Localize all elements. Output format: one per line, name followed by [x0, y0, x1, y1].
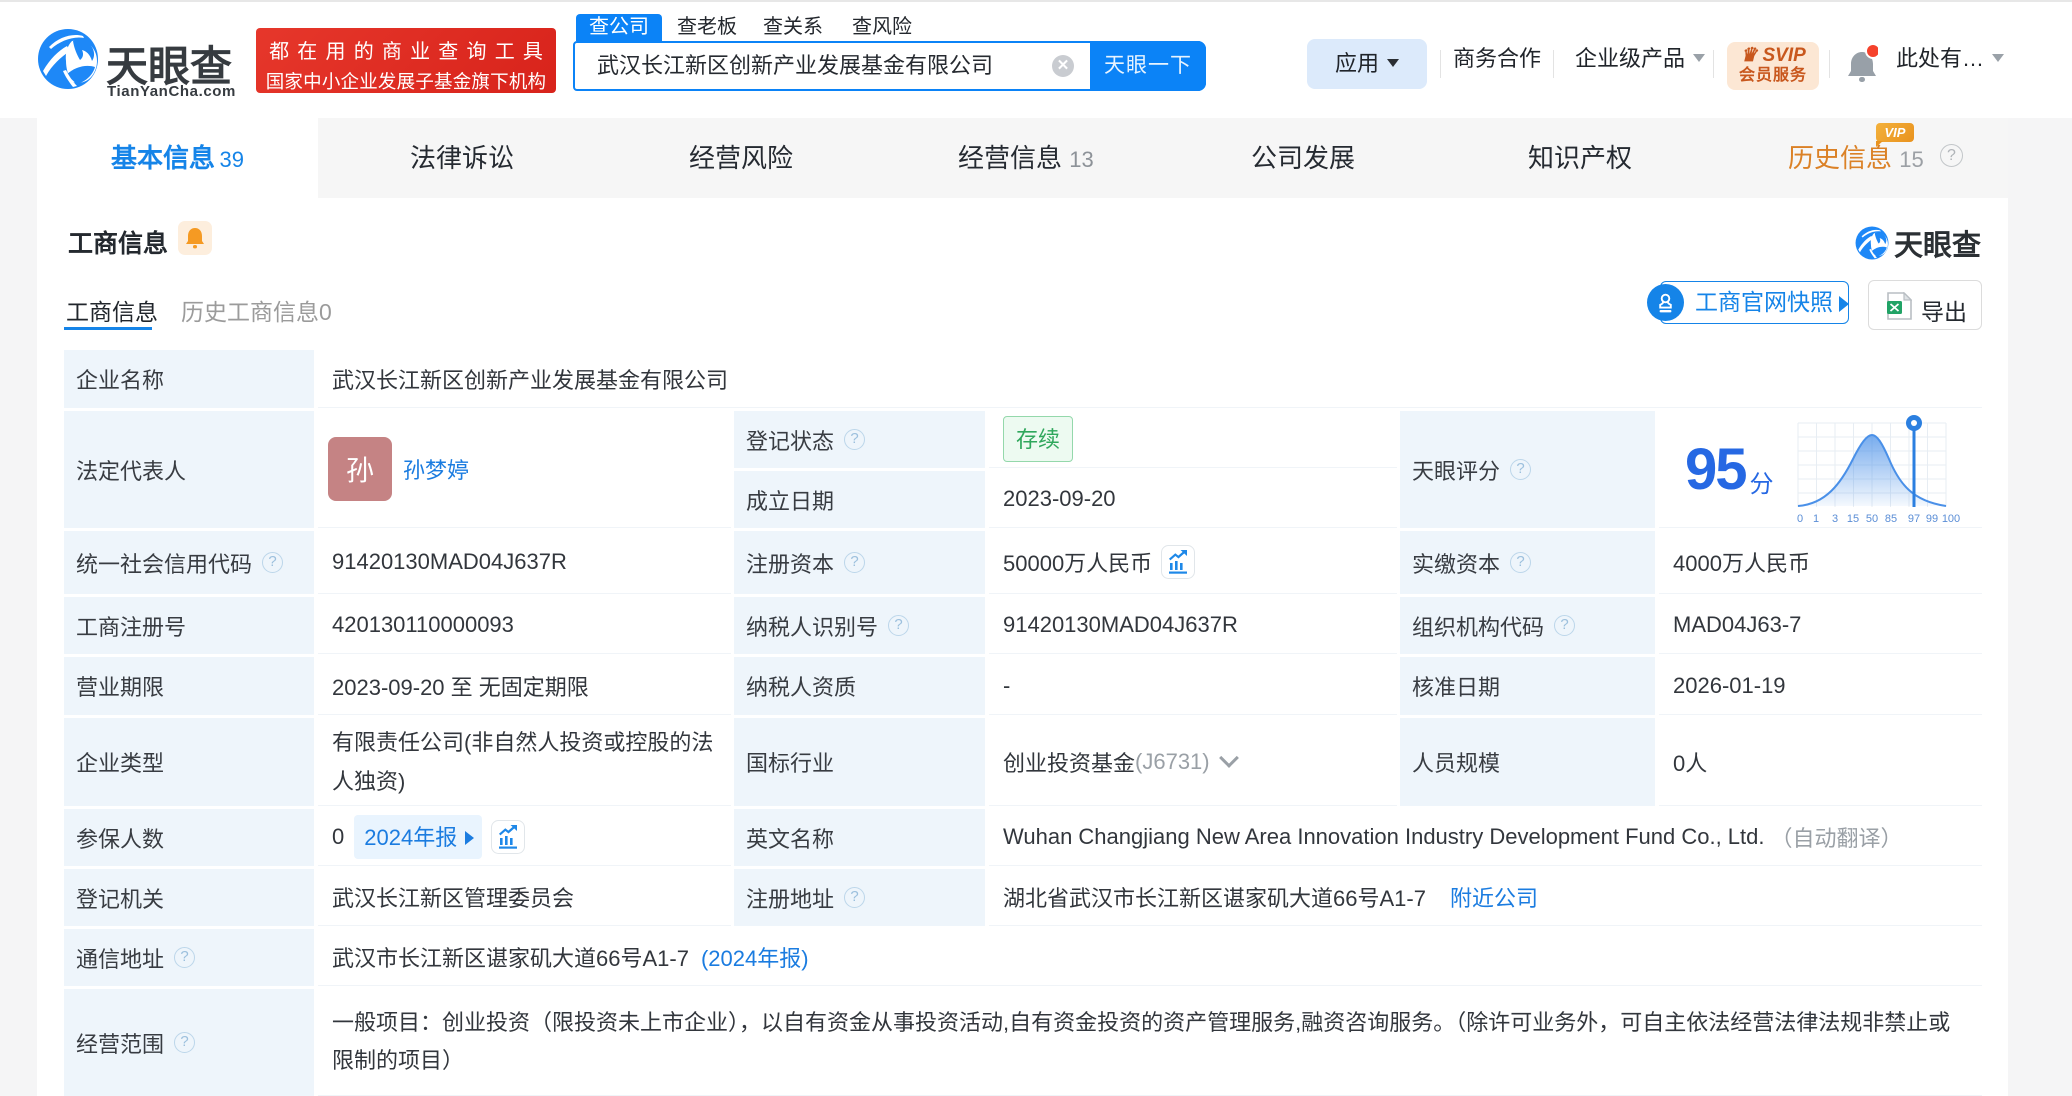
svg-text:100: 100	[1941, 513, 1959, 525]
svg-text:99: 99	[1925, 513, 1937, 525]
svg-text:3: 3	[1831, 513, 1837, 525]
svg-text:0: 0	[1796, 513, 1802, 525]
svg-text:50: 50	[1865, 513, 1877, 525]
svg-text:1: 1	[1812, 513, 1818, 525]
svg-text:15: 15	[1846, 513, 1858, 525]
svg-text:97: 97	[1907, 513, 1919, 525]
svg-text:85: 85	[1884, 513, 1896, 525]
